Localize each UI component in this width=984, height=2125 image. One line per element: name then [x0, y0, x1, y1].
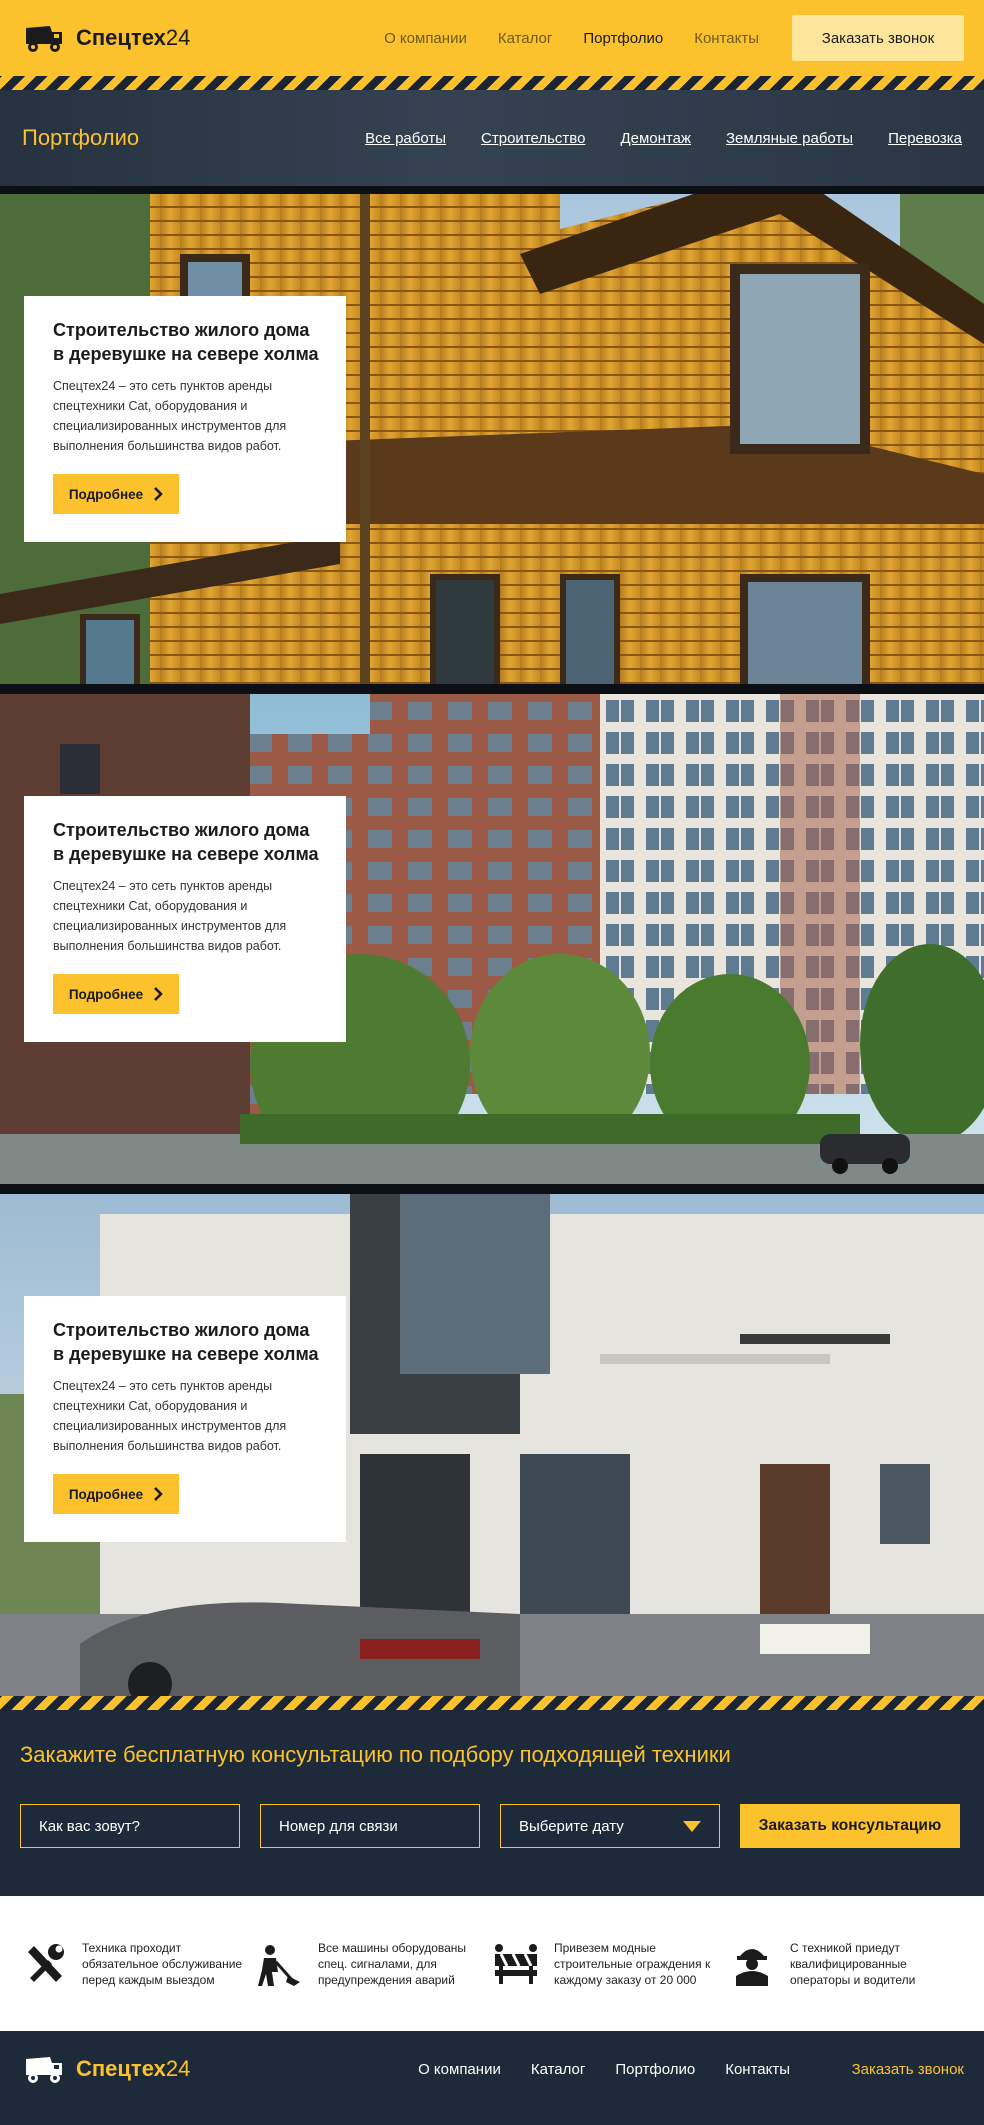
helmet-worker-icon: [736, 1948, 768, 1986]
footer-nav-about[interactable]: О компании: [418, 2061, 501, 2078]
chevron-right-icon: [154, 1487, 164, 1501]
feature-item: С техникой приедут квалифицированные опе…: [728, 1940, 964, 1988]
project-wooden-house: Строительство жилого дома в деревушке на …: [0, 194, 984, 694]
chevron-right-icon: [154, 987, 164, 1001]
date-select-label: Выберите дату: [519, 1817, 624, 1835]
more-button[interactable]: Подробнее: [53, 1474, 179, 1514]
features-row: Техника проходит обязательное обслуживан…: [0, 1896, 984, 2031]
filter-earthworks[interactable]: Земляные работы: [726, 130, 853, 147]
project-description: Спецтех24 – это сеть пунктов аренды спец…: [53, 1379, 287, 1453]
filter-demolition[interactable]: Демонтаж: [620, 130, 691, 147]
project-card: Строительство жилого дома в деревушке на …: [24, 296, 346, 542]
footer-logo-text: Спецтех24: [76, 2056, 191, 2081]
logo[interactable]: Спецтех24: [24, 22, 190, 54]
nav-about[interactable]: О компании: [384, 30, 467, 47]
consultation-title: Закажите бесплатную консультацию по подб…: [20, 1742, 731, 1767]
footer-nav-contacts[interactable]: Контакты: [725, 2061, 790, 2078]
feature-item: Все машины оборудованы спец. сигналами, …: [256, 1940, 492, 1988]
nav-contacts[interactable]: Контакты: [694, 30, 759, 47]
more-button[interactable]: Подробнее: [53, 974, 179, 1014]
consultation-form: Как вас зовут? Номер для связи Выберите …: [20, 1804, 964, 1848]
filter-construction[interactable]: Строительство: [481, 130, 585, 147]
project-title: Строительство жилого дома в деревушке на …: [53, 820, 319, 864]
site-footer: Спецтех24 О компании Каталог Портфолио К…: [0, 2031, 984, 2107]
order-consultation-button[interactable]: Заказать консультацию: [740, 1804, 960, 1848]
order-call-button[interactable]: Заказать звонок: [792, 15, 964, 61]
date-select[interactable]: Выберите дату: [500, 1804, 720, 1848]
footer-logo[interactable]: Спецтех24: [24, 2053, 190, 2085]
feature-item: Техника проходит обязательное обслуживан…: [20, 1940, 256, 1988]
portfolio-filters: Все работы Строительство Демонтаж Землян…: [365, 130, 962, 147]
nav-catalog[interactable]: Каталог: [498, 30, 553, 47]
dump-truck-icon: [26, 26, 62, 52]
page-title: Портфолио: [22, 125, 140, 150]
footer-nav-portfolio[interactable]: Портфолио: [615, 2061, 695, 2078]
project-description: Спецтех24 – это сеть пунктов аренды спец…: [53, 879, 287, 953]
caret-down-icon: [683, 1820, 701, 1832]
site-header: Спецтех24 О компании Каталог Портфолио К…: [0, 0, 984, 76]
footer-nav-catalog[interactable]: Каталог: [531, 2061, 586, 2078]
phone-input[interactable]: Номер для связи: [260, 1804, 480, 1848]
main-nav: О компании Каталог Портфолио Контакты: [384, 30, 759, 47]
consultation-section: Закажите бесплатную консультацию по подб…: [0, 1710, 984, 1896]
barrier-icon: [495, 1943, 537, 1984]
dump-truck-icon: [26, 2057, 62, 2083]
project-white-villa: Строительство жилого дома в деревушке на …: [0, 1194, 984, 1696]
filter-all[interactable]: Все работы: [365, 130, 446, 147]
portfolio-bar: Портфолио Все работы Строительство Демон…: [0, 90, 984, 194]
feature-item: Привезем модные строительные ограждения …: [492, 1940, 728, 1988]
project-title: Строительство жилого дома в деревушке на …: [53, 1320, 319, 1364]
project-description: Спецтех24 – это сеть пунктов аренды спец…: [53, 379, 287, 453]
logo-text: Спецтех24: [76, 25, 191, 50]
tools-icon: [28, 1943, 64, 1982]
footer-nav: О компании Каталог Портфолио Контакты: [418, 2061, 790, 2078]
project-card: Строительство жилого дома в деревушке на …: [24, 796, 346, 1042]
project-title: Строительство жилого дома в деревушке на …: [53, 320, 319, 364]
chevron-right-icon: [154, 487, 164, 501]
footer-order-call-link[interactable]: Заказать звонок: [824, 2061, 964, 2078]
hazard-stripe: [0, 76, 984, 90]
project-apartment-complex: Строительство жилого дома в деревушке на …: [0, 694, 984, 1194]
nav-portfolio[interactable]: Портфолио: [583, 30, 663, 47]
name-input[interactable]: Как вас зовут?: [20, 1804, 240, 1848]
worker-shovel-icon: [258, 1944, 300, 1986]
project-card: Строительство жилого дома в деревушке на …: [24, 1296, 346, 1542]
hazard-stripe: [0, 1696, 984, 1710]
more-button[interactable]: Подробнее: [53, 474, 179, 514]
filter-transport[interactable]: Перевозка: [888, 130, 962, 147]
